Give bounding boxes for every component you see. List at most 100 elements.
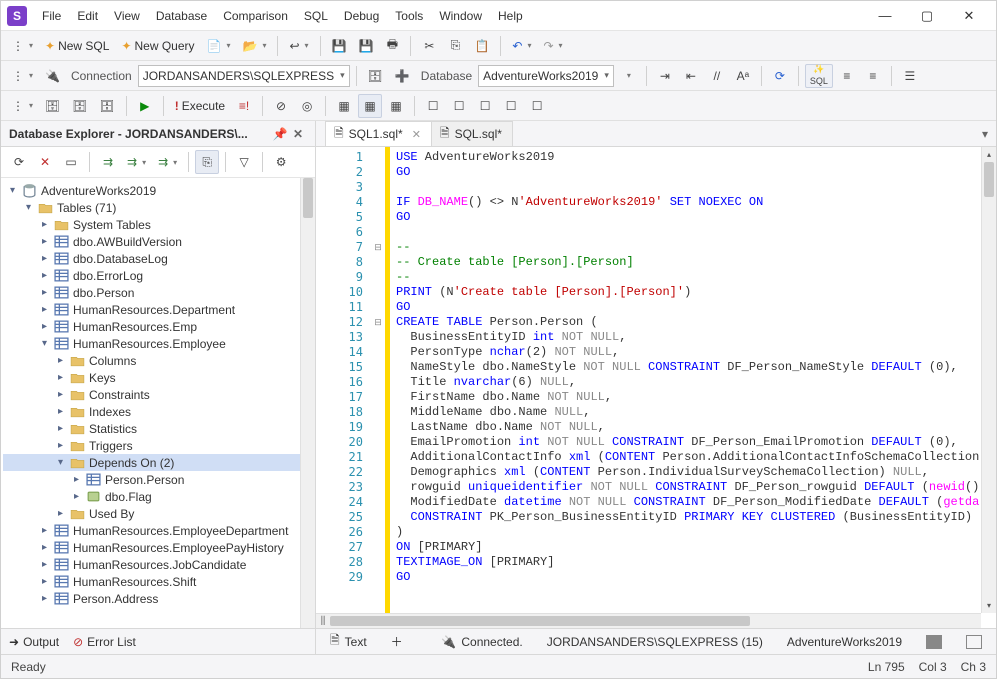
tree-node[interactable]: ▸Triggers xyxy=(3,437,313,454)
tree3-icon[interactable]: ⇉ xyxy=(153,150,182,174)
close-button[interactable]: ✕ xyxy=(948,2,990,30)
db-drop[interactable] xyxy=(616,64,640,88)
twisty-icon[interactable]: ▸ xyxy=(39,525,50,536)
twisty-icon[interactable]: ▸ xyxy=(39,304,50,315)
list-button[interactable]: ☰ xyxy=(898,64,922,88)
tree-node[interactable]: ▾Depends On (2) xyxy=(3,454,313,471)
view3-button[interactable]: ☐ xyxy=(473,94,497,118)
twisty-icon[interactable]: ▸ xyxy=(55,508,66,519)
menu-view[interactable]: View xyxy=(107,5,147,27)
stop-button[interactable]: ⊘ xyxy=(269,94,293,118)
align-left-button[interactable]: ≡ xyxy=(835,64,859,88)
twisty-icon[interactable]: ▸ xyxy=(55,423,66,434)
menu-tools[interactable]: Tools xyxy=(388,5,430,27)
db-icon[interactable]: 🗄 xyxy=(363,64,388,88)
tree-node[interactable]: ▸dbo.Flag xyxy=(3,488,313,505)
open-button[interactable]: 📂 xyxy=(238,34,272,58)
tree-node[interactable]: ▸Keys xyxy=(3,369,313,386)
collapse-icon[interactable]: ▭ xyxy=(59,150,83,174)
save-all-button[interactable]: 💾 xyxy=(354,34,379,58)
twisty-icon[interactable]: ▾ xyxy=(7,185,18,196)
tree-node[interactable]: ▸HumanResources.EmployeePayHistory xyxy=(3,539,313,556)
twisty-icon[interactable]: ▸ xyxy=(39,542,50,553)
tree-node[interactable]: ▸HumanResources.Department xyxy=(3,301,313,318)
execute-step-button[interactable]: ≡! xyxy=(232,94,256,118)
sql-format-button[interactable]: ✨SQL xyxy=(805,64,833,88)
menu-comparison[interactable]: Comparison xyxy=(216,5,295,27)
twisty-icon[interactable]: ▸ xyxy=(39,253,50,264)
menu-help[interactable]: Help xyxy=(491,5,530,27)
database-combo[interactable]: AdventureWorks2019 xyxy=(478,65,614,87)
code-editor[interactable]: 1234567891011121314151617181920212223242… xyxy=(316,147,996,628)
twisty-icon[interactable]: ▸ xyxy=(39,236,50,247)
maximize-button[interactable]: ▢ xyxy=(906,2,948,30)
layout2-button[interactable] xyxy=(960,635,988,649)
scroll-thumb[interactable] xyxy=(984,162,994,197)
paste-button[interactable]: 📋 xyxy=(469,34,494,58)
twisty-icon[interactable]: ▾ xyxy=(55,457,66,468)
code-text[interactable]: USE AdventureWorks2019 GO IF DB_NAME() <… xyxy=(390,147,996,628)
refresh-button[interactable]: ⟳ xyxy=(768,64,792,88)
tab-overflow-icon[interactable]: ▾ xyxy=(974,127,996,141)
minimize-button[interactable]: — xyxy=(864,2,906,30)
connection-combo[interactable]: JORDANSANDERS\SQLEXPRESS xyxy=(138,65,350,87)
twisty-icon[interactable]: ▸ xyxy=(39,576,50,587)
menu-debug[interactable]: Debug xyxy=(337,5,386,27)
tree-node[interactable]: ▸HumanResources.Shift xyxy=(3,573,313,590)
connect-icon[interactable]: 🔌 xyxy=(40,64,65,88)
twisty-icon[interactable]: ▸ xyxy=(55,406,66,417)
delete-icon[interactable]: ✕ xyxy=(33,150,57,174)
tree-node[interactable]: ▸Person.Person xyxy=(3,471,313,488)
db-out-icon[interactable]: 🗄 xyxy=(94,94,119,118)
indent-button[interactable]: ⇥ xyxy=(653,64,677,88)
twisty-icon[interactable]: ▾ xyxy=(39,338,50,349)
undo-button[interactable]: ↶ xyxy=(507,34,536,58)
scroll-thumb[interactable] xyxy=(330,616,750,626)
copy-tree-icon[interactable]: ⎘ xyxy=(195,150,219,174)
tab-sql1[interactable]: 🗎 SQL1.sql* ✕ xyxy=(325,121,432,146)
grid2-button[interactable]: ▦ xyxy=(358,94,382,118)
menu-sql[interactable]: SQL xyxy=(297,5,335,27)
twisty-icon[interactable]: ▸ xyxy=(55,355,66,366)
print-button[interactable]: 🖶 xyxy=(380,34,404,58)
target-button[interactable]: ◎ xyxy=(295,94,319,118)
tree[interactable]: ▾AdventureWorks2019▾Tables (71)▸System T… xyxy=(1,178,315,628)
twisty-icon[interactable]: ▸ xyxy=(39,559,50,570)
refresh-tree-icon[interactable]: ⟳ xyxy=(7,150,31,174)
layout1-button[interactable] xyxy=(920,635,948,649)
scroll-up-icon[interactable]: ▴ xyxy=(982,147,996,162)
view2-button[interactable]: ☐ xyxy=(447,94,471,118)
view4-button[interactable]: ☐ xyxy=(499,94,523,118)
tree-node[interactable]: ▸Indexes xyxy=(3,403,313,420)
error-list-tab[interactable]: ⊘Error List xyxy=(73,635,136,649)
tree-node[interactable]: ▸Statistics xyxy=(3,420,313,437)
twisty-icon[interactable]: ▸ xyxy=(39,593,50,604)
twisty-icon[interactable]: ▾ xyxy=(23,202,34,213)
menu-database[interactable]: Database xyxy=(149,5,214,27)
copy-button[interactable]: ⎘ xyxy=(443,34,467,58)
redo-button[interactable]: ↷ xyxy=(538,34,567,58)
twisty-icon[interactable]: ▸ xyxy=(55,372,66,383)
twisty-icon[interactable]: ▸ xyxy=(71,474,82,485)
twisty-icon[interactable]: ▸ xyxy=(39,270,50,281)
tree-scrollbar[interactable] xyxy=(300,178,315,628)
db-check-icon[interactable]: 🗄 xyxy=(67,94,92,118)
tab-sql2[interactable]: 🗎 SQL.sql* xyxy=(431,121,513,146)
tree-node[interactable]: ▾Tables (71) xyxy=(3,199,313,216)
tree-node[interactable]: ▸dbo.Person xyxy=(3,284,313,301)
split-grip-icon[interactable]: ⦀ xyxy=(316,614,330,629)
cut-button[interactable]: ✂ xyxy=(417,34,441,58)
tree-node[interactable]: ▸dbo.ErrorLog xyxy=(3,267,313,284)
save-button[interactable]: 💾 xyxy=(327,34,352,58)
tree1-icon[interactable]: ⇉ xyxy=(96,150,120,174)
format-button[interactable]: Aᵃ xyxy=(731,64,755,88)
align-right-button[interactable]: ≡ xyxy=(861,64,885,88)
tree-node[interactable]: ▸Columns xyxy=(3,352,313,369)
tree-node[interactable]: ▸HumanResources.Emp xyxy=(3,318,313,335)
outdent-button[interactable]: ⇤ xyxy=(679,64,703,88)
tree-node[interactable]: ▸Constraints xyxy=(3,386,313,403)
tree-node[interactable]: ▸Person.Address xyxy=(3,590,313,607)
comment-button[interactable]: // xyxy=(705,64,729,88)
twisty-icon[interactable]: ▸ xyxy=(39,287,50,298)
twisty-icon[interactable]: ▸ xyxy=(55,440,66,451)
